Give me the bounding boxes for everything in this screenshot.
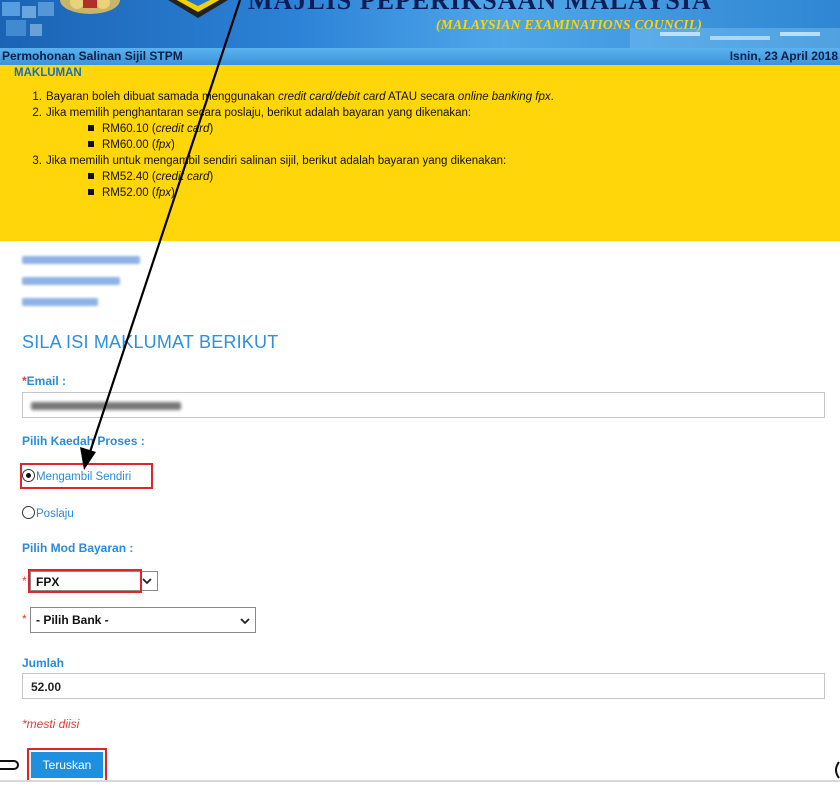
notice-list: 1. Bayaran boleh dibuat samada menggunaka… xyxy=(14,89,554,201)
fee-item: RM60.00 (fpx) xyxy=(88,137,554,153)
bank-select[interactable]: - Pilih Bank - xyxy=(30,607,256,633)
highlight-mengambil-sendiri xyxy=(20,463,153,489)
notice-heading: MAKLUMAN xyxy=(14,67,82,79)
bottom-divider xyxy=(0,780,840,782)
redacted-ic-number xyxy=(22,277,120,285)
notice-item: 3. Jika memilih untuk mengambil sendiri s… xyxy=(14,153,554,201)
highlight-payment-mode xyxy=(28,569,142,593)
radio-unchecked-icon[interactable] xyxy=(22,506,35,519)
notice-text: ATAU secara xyxy=(385,91,458,103)
amount-field[interactable]: 52.00 xyxy=(22,673,825,699)
crest-icon xyxy=(60,0,120,14)
pointer-hook-icon xyxy=(0,760,19,770)
notice-item: 1. Bayaran boleh dibuat samada menggunaka… xyxy=(14,89,554,105)
notice-box: MAKLUMAN 1. Bayaran boleh dibuat samada m… xyxy=(0,65,840,241)
redacted-phone xyxy=(22,298,98,306)
chevron-down-icon xyxy=(240,618,250,625)
required-note: *mesti diisi xyxy=(22,717,80,731)
form-section-title: SILA ISI MAKLUMAT BERIKUT xyxy=(22,332,279,352)
radio-label: Poslaju xyxy=(36,508,74,520)
redacted-name xyxy=(22,256,140,264)
email-label: *Email : xyxy=(22,374,67,388)
notice-text: Jika memilih penghantaran secara poslaju… xyxy=(46,107,472,119)
page-title-bar: Permohonan Salinan Sijil STPM Isnin, 23 … xyxy=(0,48,840,65)
mpm-logo xyxy=(168,0,228,18)
notice-text: Bayaran boleh dibuat samada menggunakan xyxy=(46,91,279,103)
chevron-down-icon xyxy=(142,578,152,585)
fee-item: RM52.00 (fpx) xyxy=(88,185,554,201)
keyboard-decoration xyxy=(630,28,840,48)
redacted-email xyxy=(31,402,181,410)
notice-text: . xyxy=(550,91,554,103)
page-title: Permohonan Salinan Sijil STPM xyxy=(2,49,183,63)
edge-mark-icon xyxy=(835,761,840,779)
notice-number: 3. xyxy=(32,155,42,167)
notice-text-italic: credit card/debit card xyxy=(278,91,386,103)
notice-item: 2. Jika memilih penghantaran secara posla… xyxy=(14,105,554,153)
amount-value: 52.00 xyxy=(31,680,62,694)
notice-text-italic: online banking fpx xyxy=(457,91,551,103)
fee-item: RM60.10 (credit card) xyxy=(88,121,554,137)
process-label: Pilih Kaedah Proses : xyxy=(22,434,145,448)
header-title: MAJLIS PEPERIKSAAN MALAYSIA xyxy=(248,0,712,15)
bank-value: - Pilih Bank - xyxy=(36,613,109,627)
payment-mode-label: Pilih Mod Bayaran : xyxy=(22,541,134,555)
required-mark: * xyxy=(22,574,27,588)
highlight-teruskan xyxy=(27,748,107,782)
header-banner: MAJLIS PEPERIKSAAN MALAYSIA (MALAYSIAN E… xyxy=(0,0,840,48)
fee-item: RM52.40 (credit card) xyxy=(88,169,554,185)
date-label: Isnin, 23 April 2018 xyxy=(729,49,838,63)
email-field[interactable] xyxy=(22,392,825,418)
radio-poslaju[interactable]: Poslaju xyxy=(22,506,74,524)
notice-number: 1. xyxy=(32,91,42,103)
notice-text: Jika memilih untuk mengambil sendiri sal… xyxy=(46,155,507,167)
notice-number: 2. xyxy=(32,107,42,119)
required-mark: * xyxy=(22,612,27,626)
amount-label: Jumlah xyxy=(22,656,65,670)
